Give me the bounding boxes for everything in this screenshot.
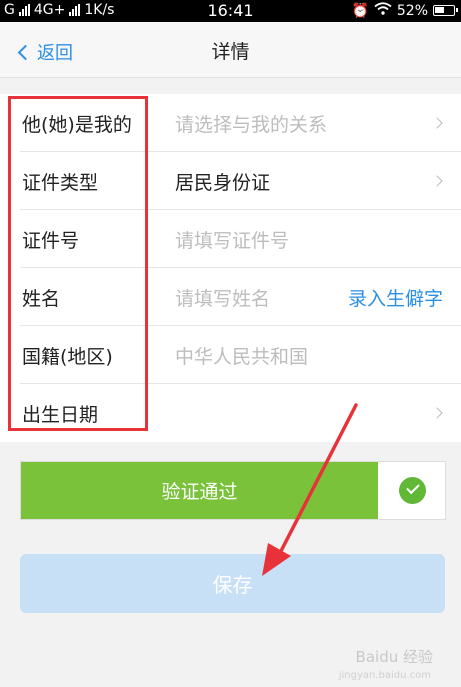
nationality-label: 国籍(地区) (22, 346, 113, 368)
wifi-icon (374, 2, 392, 19)
relation-select[interactable]: 请选择与我的关系 (175, 110, 327, 137)
id-type-select[interactable]: 居民身份证 (175, 168, 270, 195)
save-button[interactable]: 保存 (20, 554, 445, 613)
status-bar: G 4G+ 1K/s 16:41 ⏰ 52% (0, 0, 461, 22)
id-number-input[interactable]: 请填写证件号 (175, 226, 289, 253)
birth-date-row[interactable]: 出生日期 (0, 384, 461, 442)
id-type-label: 证件类型 (22, 172, 99, 194)
relation-label: 他(她)是我的 (22, 114, 132, 136)
watermark-logo: Baidu 经验 (355, 648, 433, 666)
battery-percent: 52% (396, 2, 428, 19)
name-row: 姓名 请填写姓名 录入生僻字 (0, 268, 461, 326)
relation-row[interactable]: 他(她)是我的 请选择与我的关系 (0, 94, 461, 152)
chevron-right-icon (431, 117, 443, 129)
status-right: ⏰ 52% (351, 2, 458, 19)
name-label: 姓名 (22, 288, 61, 310)
check-circle-icon (399, 477, 426, 504)
nav-bar: 返回 详情 (0, 22, 461, 78)
chevron-right-icon (431, 175, 443, 187)
id-type-row[interactable]: 证件类型 居民身份证 (0, 152, 461, 210)
nationality-value: 中华人民共和国 (175, 346, 309, 368)
alarm-icon: ⏰ (351, 2, 369, 19)
detail-form: 他(她)是我的 请选择与我的关系 证件类型 居民身份证 证件号 请填写证件号 姓… (0, 94, 461, 442)
name-input[interactable]: 请填写姓名 (175, 284, 270, 311)
watermark-url: jingyan.baidu.com (338, 670, 431, 681)
rare-char-link[interactable]: 录入生僻字 (348, 284, 443, 311)
page-title: 详情 (211, 41, 250, 63)
birth-date-label: 出生日期 (22, 404, 99, 426)
verify-button[interactable]: 验证通过 (21, 462, 378, 519)
nationality-row: 国籍(地区) 中华人民共和国 (0, 326, 461, 384)
id-number-label: 证件号 (22, 230, 80, 252)
battery-icon (433, 5, 458, 16)
chevron-right-icon (431, 407, 443, 419)
verify-section: 验证通过 (20, 461, 446, 520)
id-number-row: 证件号 请填写证件号 (0, 210, 461, 268)
